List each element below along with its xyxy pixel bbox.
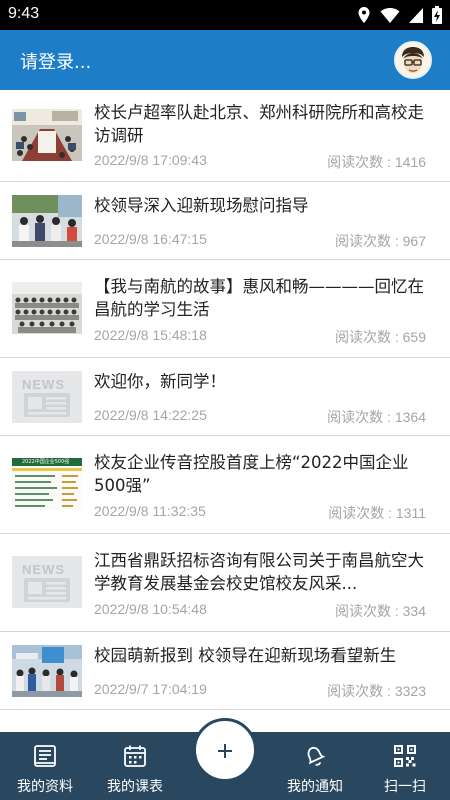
battery-charging-icon xyxy=(432,6,442,24)
news-thumbnail xyxy=(12,109,82,161)
news-read-count: 阅读次数 : 1311 xyxy=(328,505,426,521)
cell-signal-icon xyxy=(408,6,424,24)
news-thumbnail xyxy=(12,645,82,697)
location-icon xyxy=(356,6,372,24)
status-time: 9:43 xyxy=(8,5,40,22)
news-date: 2022/9/8 10:54:48 xyxy=(94,601,207,617)
news-thumbnail: NEWS xyxy=(12,371,82,423)
app-bar: 请登录... xyxy=(0,30,450,90)
list-item[interactable]: NEWS 欢迎你，新同学！ 2022/9/8 14:22:25 阅读次数 : 1… xyxy=(0,358,450,436)
news-placeholder-word: NEWS xyxy=(22,377,65,392)
news-date: 2022/9/8 14:22:25 xyxy=(94,407,207,423)
news-placeholder-word: NEWS xyxy=(22,562,65,577)
news-date: 2022/9/8 15:48:18 xyxy=(94,327,207,343)
news-thumbnail: 2022中国企业500强 xyxy=(12,458,82,510)
wifi-icon xyxy=(380,6,400,24)
news-date: 2022/9/7 17:04:19 xyxy=(94,681,207,697)
news-read-count: 阅读次数 : 659 xyxy=(334,329,426,345)
nav-label: 我的通知 xyxy=(287,779,343,795)
list-item[interactable]: NEWS 江西省鼎跃招标咨询有限公司关于南昌航空大学教育发展基金会校史馆校友风采… xyxy=(0,534,450,632)
news-title[interactable]: 江西省鼎跃招标咨询有限公司关于南昌航空大学教育发展基金会校史馆校友风采... xyxy=(94,549,430,595)
news-read-count: 阅读次数 : 3323 xyxy=(327,683,426,699)
news-title[interactable]: 【我与南航的故事】惠风和畅————回忆在昌航的学习生活 xyxy=(94,275,430,321)
add-button[interactable] xyxy=(193,718,257,782)
status-bar: 9:43 xyxy=(0,0,450,30)
list-item[interactable]: 2022中国企业500强 校友企业传音控股首度上榜“2022中国企业500强” … xyxy=(0,436,450,534)
news-title[interactable]: 欢迎你，新同学！ xyxy=(94,370,430,393)
avatar[interactable] xyxy=(394,41,432,79)
news-read-count: 阅读次数 : 967 xyxy=(334,233,426,249)
nav-label: 扫一扫 xyxy=(384,779,426,795)
news-placeholder-icon: NEWS xyxy=(12,371,82,423)
status-icons xyxy=(356,6,442,24)
news-thumbnail xyxy=(12,195,82,247)
news-title[interactable]: 校友企业传音控股首度上榜“2022中国企业500强” xyxy=(94,451,430,497)
news-date: 2022/9/8 16:47:15 xyxy=(94,231,207,247)
list-item[interactable]: 【我与南航的故事】惠风和畅————回忆在昌航的学习生活 2022/9/8 15:… xyxy=(0,260,450,358)
profile-card-icon xyxy=(33,744,57,768)
nav-my-profile[interactable]: 我的资料 xyxy=(0,732,90,800)
bell-icon xyxy=(303,744,327,768)
calendar-icon xyxy=(123,744,147,768)
news-date: 2022/9/8 11:32:35 xyxy=(94,503,206,519)
nav-scan[interactable]: 扫一扫 xyxy=(360,732,450,800)
news-placeholder-icon: NEWS xyxy=(12,556,82,608)
list-item[interactable]: 校园萌新报到 校领导在迎新现场看望新生 2022/9/7 17:04:19 阅读… xyxy=(0,632,450,710)
nav-label: 我的课表 xyxy=(107,779,163,795)
news-thumbnail xyxy=(12,282,82,334)
qr-code-icon xyxy=(393,744,417,768)
list-item[interactable]: 校长卢超率队赴北京、郑州科研院所和高校走访调研 2022/9/8 17:09:4… xyxy=(0,90,450,182)
news-read-count: 阅读次数 : 1416 xyxy=(327,154,426,170)
news-title[interactable]: 校园萌新报到 校领导在迎新现场看望新生 xyxy=(94,644,430,667)
nav-my-notices[interactable]: 我的通知 xyxy=(270,732,360,800)
news-list[interactable]: 校长卢超率队赴北京、郑州科研院所和高校走访调研 2022/9/8 17:09:4… xyxy=(0,90,450,732)
list-item[interactable]: 校领导深入迎新现场慰问指导 2022/9/8 16:47:15 阅读次数 : 9… xyxy=(0,182,450,260)
news-title[interactable]: 校领导深入迎新现场慰问指导 xyxy=(94,194,430,217)
news-date: 2022/9/8 17:09:43 xyxy=(94,152,207,168)
thumbnail-caption: 2022中国企业500强 xyxy=(22,459,70,465)
news-title[interactable]: 校长卢超率队赴北京、郑州科研院所和高校走访调研 xyxy=(94,101,430,147)
news-thumbnail: NEWS xyxy=(12,556,82,608)
news-read-count: 阅读次数 : 334 xyxy=(334,603,426,619)
news-read-count: 阅读次数 : 1364 xyxy=(327,409,426,425)
nav-my-schedule[interactable]: 我的课表 xyxy=(90,732,180,800)
nav-label: 我的资料 xyxy=(17,779,73,795)
login-prompt[interactable]: 请登录... xyxy=(20,48,91,74)
